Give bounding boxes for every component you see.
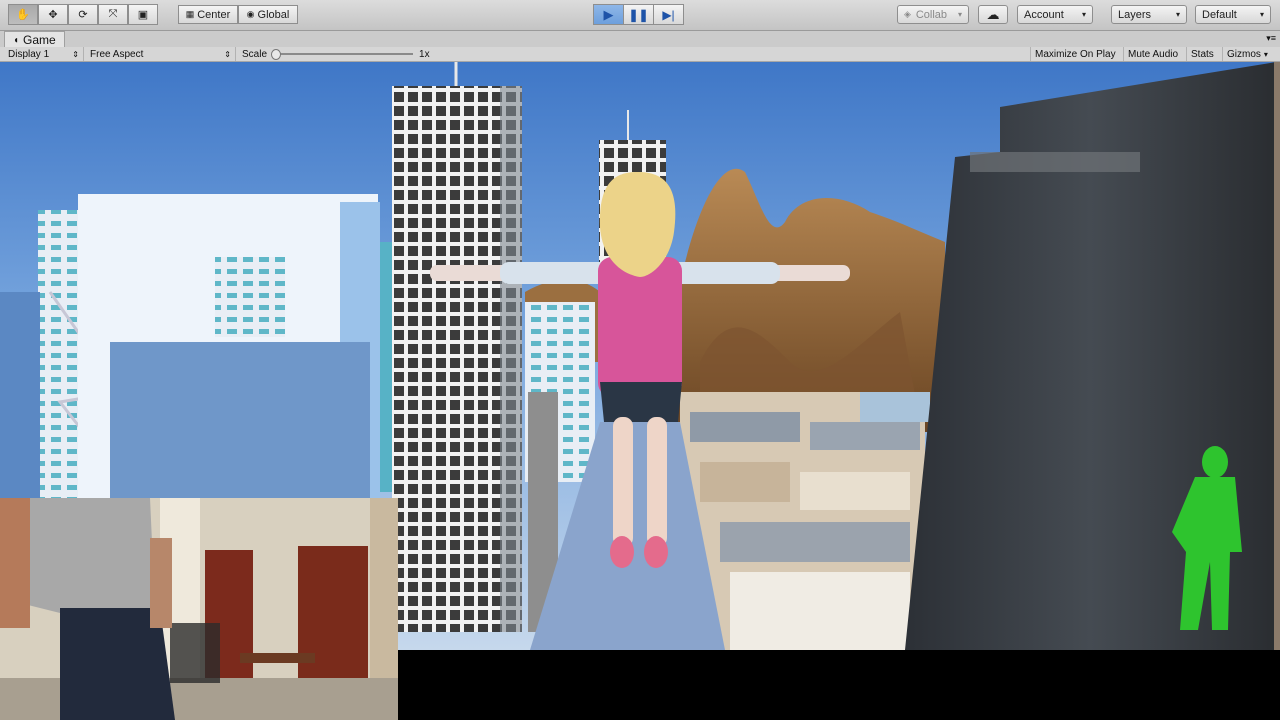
chevron-down-icon: ▾ (957, 10, 962, 19)
step-icon: ▶| (662, 7, 675, 22)
scale-slider-thumb[interactable] (271, 49, 282, 60)
layout-dropdown[interactable]: Default ▾ (1195, 5, 1271, 24)
chevron-down-icon: ▾ (1081, 10, 1086, 19)
scale-control: Scale 1x (242, 48, 430, 60)
move-tool-icon: ✥ (48, 9, 58, 21)
chevron-updown-icon: ⇕ (224, 49, 231, 59)
account-dropdown[interactable]: Account ▾ (1017, 5, 1093, 24)
scale-slider[interactable] (271, 49, 414, 60)
layers-dropdown[interactable]: Layers ▾ (1111, 5, 1187, 24)
rect-tool-button[interactable]: ▣ (128, 4, 158, 25)
cloud-icon: ☁ (986, 6, 1000, 22)
collab-icon: ◈ (904, 9, 911, 19)
chevron-updown-icon: ⇕ (72, 49, 79, 59)
pivot-icon: ▦ (185, 9, 195, 19)
maximize-on-play-toggle[interactable]: Maximize On Play (1030, 47, 1120, 61)
tab-menu-icon[interactable]: ▾≡ (1266, 33, 1276, 44)
step-button[interactable]: ▶| (653, 4, 684, 25)
city-houses (680, 392, 930, 650)
game-icon: ◖ (13, 34, 20, 46)
webcam-feed (0, 498, 398, 720)
collab-dropdown[interactable]: ◈ Collab ▾ (897, 5, 969, 24)
cloud-button[interactable]: ☁ (978, 5, 1008, 24)
hand-tool-icon: ✋ (16, 9, 30, 21)
main-toolbar: ✋ ✥ ⟳ ⤧ ▣ ▦ Center ◉ Global ▶ ❚❚ ▶| ◈ Colla… (0, 0, 1280, 31)
rotate-tool-button[interactable]: ⟳ (68, 4, 98, 25)
scale-tool-button[interactable]: ⤧ (98, 4, 128, 25)
pivot-center-button[interactable]: ▦ Center (178, 5, 238, 24)
move-tool-button[interactable]: ✥ (38, 4, 68, 25)
viewport-bottom-bar (398, 650, 1280, 720)
pivot-global-button[interactable]: ◉ Global (238, 5, 298, 24)
mute-audio-toggle[interactable]: Mute Audio (1123, 47, 1182, 61)
chevron-down-icon: ▾ (1259, 10, 1264, 19)
gizmos-dropdown[interactable]: Gizmos ▾ (1222, 47, 1272, 61)
hand-tool-button[interactable]: ✋ (8, 4, 38, 25)
chevron-down-icon: ▾ (1175, 10, 1180, 19)
play-button[interactable]: ▶ (593, 4, 624, 25)
webcam-overlay (0, 498, 398, 720)
rotate-tool-icon: ⟳ (78, 9, 88, 21)
grid-skyscraper (392, 62, 522, 632)
tab-game[interactable]: ◖ Game (4, 31, 65, 48)
scene-edge-strip (1274, 62, 1280, 650)
globe-icon: ◉ (246, 9, 255, 19)
play-icon: ▶ (603, 6, 614, 22)
webcam-door-right (298, 546, 368, 696)
chevron-down-icon: ▾ (1263, 49, 1268, 59)
pause-button[interactable]: ❚❚ (623, 4, 654, 25)
display-dropdown[interactable]: Display 1 ⇕ (4, 47, 84, 61)
game-options-bar: Display 1 ⇕ Free Aspect ⇕ Scale 1x Maximiz… (0, 47, 1280, 62)
scale-tool-icon: ⤧ (108, 8, 118, 20)
aspect-dropdown[interactable]: Free Aspect ⇕ (86, 47, 236, 61)
rect-tool-icon: ▣ (137, 9, 149, 21)
game-tab-bar: ◖ Game ▾≡ (0, 31, 1280, 48)
pause-icon: ❚❚ (628, 7, 649, 22)
stats-toggle[interactable]: Stats (1186, 47, 1218, 61)
